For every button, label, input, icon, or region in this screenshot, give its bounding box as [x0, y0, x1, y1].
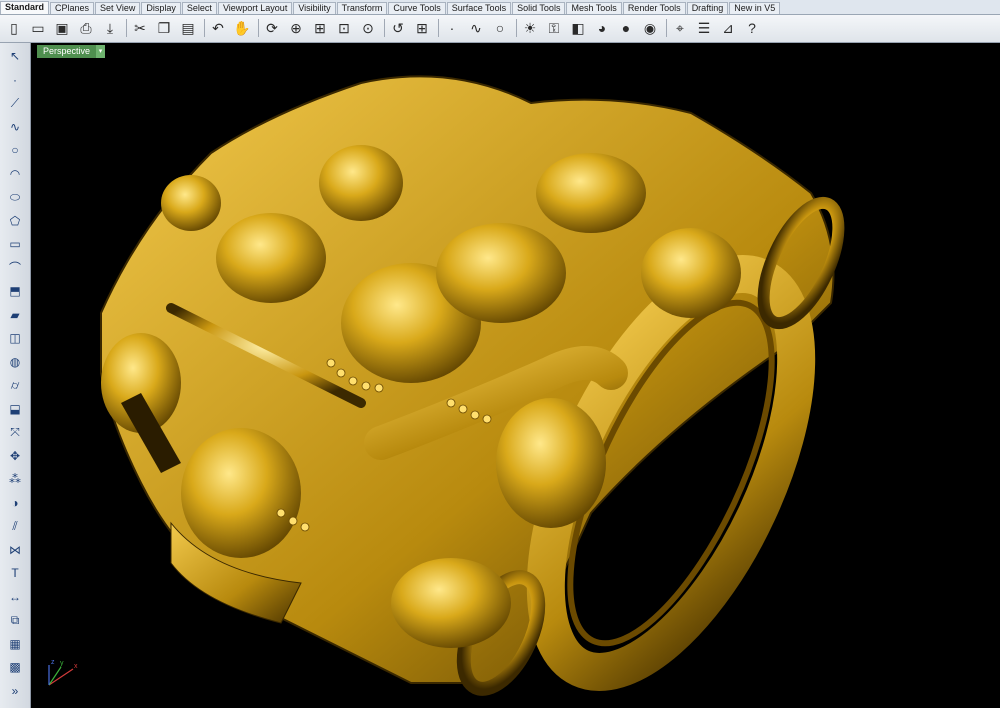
- four-view-icon[interactable]: ⊞: [412, 18, 432, 38]
- layer-icon[interactable]: ◧: [568, 18, 588, 38]
- import-icon[interactable]: ⤓: [100, 18, 120, 38]
- circle-icon[interactable]: ○: [490, 18, 510, 38]
- sphere-shaded-icon[interactable]: ●: [616, 18, 636, 38]
- sphere-icon[interactable]: ◍: [5, 353, 25, 371]
- osnap-icon[interactable]: ⌖: [670, 18, 690, 38]
- tab-curve-tools[interactable]: Curve Tools: [388, 2, 446, 14]
- transform-icon[interactable]: ⤧: [5, 423, 25, 441]
- arc-icon[interactable]: ◠: [5, 165, 25, 183]
- copy-icon[interactable]: ❐: [154, 18, 174, 38]
- zoom-window-icon[interactable]: ⊞: [310, 18, 330, 38]
- undo-icon[interactable]: ↶: [208, 18, 228, 38]
- toolbar-separator: [258, 19, 259, 37]
- boolean-icon[interactable]: ◑: [5, 494, 25, 512]
- analyze-icon[interactable]: ⊿: [718, 18, 738, 38]
- new-icon[interactable]: ▯: [4, 18, 24, 38]
- rendered-model: [100, 75, 845, 696]
- ellipse-icon[interactable]: ⬭: [5, 188, 25, 206]
- tab-standard[interactable]: Standard: [0, 1, 50, 14]
- group-icon[interactable]: ⧉: [5, 611, 25, 629]
- toolbar-separator: [384, 19, 385, 37]
- tab-set-view[interactable]: Set View: [95, 2, 141, 14]
- tab-select[interactable]: Select: [181, 2, 217, 14]
- print-icon[interactable]: ⎙: [76, 18, 96, 38]
- point-icon[interactable]: ·: [442, 18, 462, 38]
- color-wheel-icon[interactable]: ◕: [592, 18, 612, 38]
- toolbar-tab-strip: Standard CPlanes Set View Display Select View…: [0, 0, 1000, 15]
- rectangle-icon[interactable]: ▭: [5, 235, 25, 253]
- fillet-icon[interactable]: ⌒: [5, 259, 25, 277]
- lock-icon[interactable]: ⚿: [544, 18, 564, 38]
- split-icon[interactable]: ⫽: [5, 517, 25, 535]
- circle-icon[interactable]: ○: [5, 141, 25, 159]
- perspective-viewport[interactable]: Perspective ▾ x y z: [31, 43, 1000, 708]
- point-icon[interactable]: ·: [5, 71, 25, 89]
- tab-cplanes[interactable]: CPlanes: [50, 2, 95, 14]
- tab-drafting[interactable]: Drafting: [686, 2, 729, 14]
- axis-y-label: y: [60, 660, 64, 667]
- tab-display[interactable]: Display: [141, 2, 181, 14]
- properties-icon[interactable]: ☰: [694, 18, 714, 38]
- polygon-icon[interactable]: ⬠: [5, 212, 25, 230]
- tab-visibility[interactable]: Visibility: [293, 2, 336, 14]
- chevron-down-icon[interactable]: ▾: [96, 45, 106, 58]
- light-icon[interactable]: ☀: [520, 18, 540, 38]
- dimension-icon[interactable]: ↔: [5, 588, 25, 606]
- tab-solid-tools[interactable]: Solid Tools: [512, 2, 566, 14]
- tab-render-tools[interactable]: Render Tools: [622, 2, 686, 14]
- curve-icon[interactable]: ∿: [466, 18, 486, 38]
- pan-hand-icon[interactable]: ✋: [232, 18, 252, 38]
- save-icon[interactable]: ▣: [52, 18, 72, 38]
- cylinder-icon[interactable]: ⌭: [5, 376, 25, 394]
- zoom-icon[interactable]: ⊕: [286, 18, 306, 38]
- zoom-selected-icon[interactable]: ⊙: [358, 18, 378, 38]
- axis-x-label: x: [74, 663, 78, 670]
- array-icon[interactable]: ⁂: [5, 470, 25, 488]
- cut-icon[interactable]: ✂: [130, 18, 150, 38]
- block-icon[interactable]: ▦: [5, 635, 25, 653]
- toolbar-separator: [126, 19, 127, 37]
- left-tool-palette: ↖ · ⟋ ∿ ○ ◠ ⬭ ⬠ ▭ ⌒ ⬒ ▰ ◫ ◍ ⌭ ⬓ ⤧ ✥ ⁂ ◑ ⫽ ⋈ T ↔ ⧉ ▦ ▩ »: [0, 43, 31, 708]
- toolbar-separator: [438, 19, 439, 37]
- toolbar-separator: [204, 19, 205, 37]
- surface-icon[interactable]: ▰: [5, 306, 25, 324]
- box-icon[interactable]: ◫: [5, 329, 25, 347]
- undo-view-icon[interactable]: ↺: [388, 18, 408, 38]
- move-icon[interactable]: ✥: [5, 447, 25, 465]
- tab-transform[interactable]: Transform: [336, 2, 388, 14]
- world-axes-icon: x y z: [48, 659, 78, 686]
- polyline-icon[interactable]: ⟋: [5, 94, 25, 112]
- tab-mesh-tools[interactable]: Mesh Tools: [566, 2, 622, 14]
- text-icon[interactable]: T: [5, 564, 25, 582]
- mesh-icon[interactable]: ▩: [5, 658, 25, 676]
- tab-new-in-v5[interactable]: New in V5: [729, 2, 781, 14]
- curve-icon[interactable]: ∿: [5, 118, 25, 136]
- more-icon[interactable]: »: [5, 682, 25, 700]
- sphere-rendered-icon[interactable]: ◉: [640, 18, 660, 38]
- select-arrow-icon[interactable]: ↖: [5, 47, 25, 65]
- toolbar-separator: [516, 19, 517, 37]
- toolbar-separator: [666, 19, 667, 37]
- join-icon[interactable]: ⋈: [5, 541, 25, 559]
- viewport-name: Perspective: [37, 45, 97, 58]
- extrude-icon[interactable]: ⬒: [5, 282, 25, 300]
- help-icon[interactable]: ?: [742, 18, 762, 38]
- paste-icon[interactable]: ▤: [178, 18, 198, 38]
- zoom-extents-icon[interactable]: ⊡: [334, 18, 354, 38]
- viewport-title-tab[interactable]: Perspective ▾: [37, 45, 106, 58]
- standard-toolbar: ▯ ▭ ▣ ⎙ ⤓ ✂ ❐ ▤ ↶ ✋ ⟳ ⊕ ⊞ ⊡ ⊙ ↺ ⊞ · ∿ ○ ☀ ⚿ ◧ ◕ ● ◉ ⌖ ☰ ⊿?: [0, 15, 1000, 43]
- open-icon[interactable]: ▭: [28, 18, 48, 38]
- rotate-view-icon[interactable]: ⟳: [262, 18, 282, 38]
- tab-viewport-layout[interactable]: Viewport Layout: [217, 2, 293, 14]
- patch-icon[interactable]: ⬓: [5, 400, 25, 418]
- tab-surface-tools[interactable]: Surface Tools: [446, 2, 512, 14]
- axis-z-label: z: [51, 659, 55, 666]
